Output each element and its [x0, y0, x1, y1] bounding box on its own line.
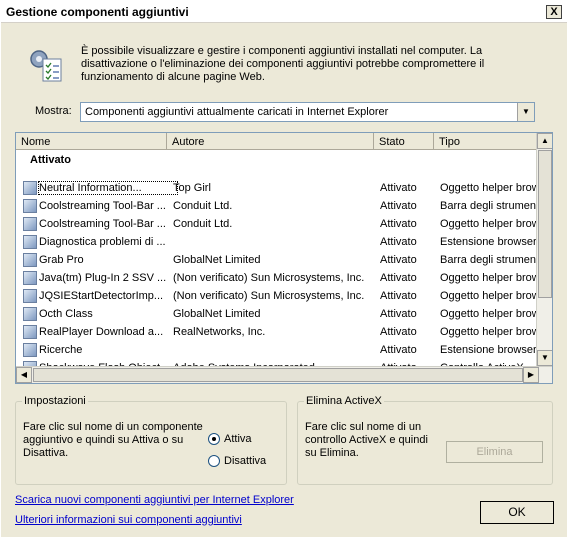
addon-type: Estensione browser — [440, 236, 537, 248]
disable-label: Disattiva — [224, 455, 267, 467]
addon-state: Attivato — [380, 200, 417, 212]
title-bar: Gestione componenti aggiuntivi — [1, 1, 567, 23]
disable-radio[interactable]: Disattiva — [208, 455, 288, 468]
addon-state: Attivato — [380, 254, 417, 266]
vertical-scroll-thumb[interactable] — [538, 150, 552, 298]
show-dropdown-value: Componenti aggiuntivi attualmente carica… — [85, 106, 389, 118]
radio-unselected-icon[interactable] — [208, 455, 220, 468]
window-title: Gestione componenti aggiuntivi — [6, 5, 189, 19]
activex-legend: Elimina ActiveX — [306, 395, 382, 407]
column-header-state[interactable]: Stato — [374, 133, 434, 150]
list-item[interactable]: RealPlayer Download a... RealNetworks, I… — [16, 324, 537, 342]
close-button[interactable]: X — [546, 5, 562, 19]
ok-button[interactable]: OK — [480, 501, 554, 524]
addon-name[interactable]: Coolstreaming Tool-Bar ... — [39, 218, 177, 230]
addon-list[interactable]: Nome Autore Stato Tipo Attivato Neutral … — [15, 132, 553, 384]
delete-activex-group: Elimina ActiveX Fare clic sul nome di un… — [297, 395, 553, 485]
settings-group: Impostazioni Fare clic sul nome di un co… — [15, 395, 287, 485]
scroll-right-icon[interactable]: ▶ — [523, 367, 539, 383]
addon-name[interactable]: Ricerche — [39, 344, 177, 356]
addon-state: Attivato — [380, 344, 417, 356]
enable-label: Attiva — [224, 433, 252, 445]
addon-state: Attivato — [380, 218, 417, 230]
addon-author: Conduit Ltd. — [173, 200, 233, 212]
addon-icon — [23, 181, 37, 195]
vertical-scrollbar[interactable]: ▲ ▼ — [536, 133, 552, 366]
settings-text: Fare clic sul nome di un componente aggi… — [23, 421, 203, 459]
show-dropdown[interactable]: Componenti aggiuntivi attualmente carica… — [80, 102, 535, 122]
enable-radio[interactable]: Attiva — [208, 433, 288, 446]
addon-manager-icon — [30, 50, 62, 82]
addon-name[interactable]: Coolstreaming Tool-Bar ... — [39, 200, 177, 212]
column-header-name[interactable]: Nome — [16, 133, 167, 150]
addon-icon — [23, 199, 37, 213]
addon-author: Conduit Ltd. — [173, 218, 233, 230]
addon-author: GlobalNet Limited — [173, 254, 261, 266]
addon-icon — [23, 271, 37, 285]
addon-type: Oggetto helper brow — [440, 308, 537, 320]
addon-author: (Non verificato) Sun Microsystems, Inc. — [173, 272, 365, 284]
addon-type: Oggetto helper brow — [440, 272, 537, 284]
group-header-enabled: Attivato — [30, 154, 71, 166]
list-item[interactable]: Octh Class GlobalNet Limited Attivato Og… — [16, 306, 537, 324]
intro-text: È possibile visualizzare e gestire i com… — [81, 45, 485, 83]
radio-selected-icon[interactable] — [208, 433, 220, 446]
download-addons-link[interactable]: Scarica nuovi componenti aggiuntivi per … — [15, 494, 294, 506]
addon-name[interactable]: Diagnostica problemi di ... — [39, 236, 177, 248]
addon-manager-dialog: Gestione componenti aggiuntivi X È possi… — [0, 0, 568, 538]
addon-state: Attivato — [380, 326, 417, 338]
column-header-author[interactable]: Autore — [167, 133, 374, 150]
delete-button[interactable]: Elimina — [446, 441, 543, 463]
scroll-up-icon[interactable]: ▲ — [537, 133, 552, 149]
addon-state: Attivato — [380, 290, 417, 302]
addon-icon — [23, 289, 37, 303]
activex-text: Fare clic sul nome di un controllo Activ… — [305, 421, 428, 459]
addon-type: Estensione browser — [440, 344, 537, 356]
settings-legend: Impostazioni — [24, 395, 86, 407]
addon-info-link[interactable]: Ulteriori informazioni sui componenti ag… — [15, 514, 242, 526]
list-item[interactable]: Coolstreaming Tool-Bar ... Conduit Ltd. … — [16, 198, 537, 216]
list-item[interactable]: Neutral Information... Top Girl Attivato… — [16, 180, 537, 198]
list-item[interactable]: Diagnostica problemi di ... Attivato Est… — [16, 234, 537, 252]
addon-icon — [23, 235, 37, 249]
addon-type: Oggetto helper brow — [440, 326, 537, 338]
horizontal-scroll-thumb[interactable] — [33, 368, 523, 382]
column-header-type[interactable]: Tipo — [434, 133, 537, 150]
list-item[interactable]: Java(tm) Plug-In 2 SSV ... (Non verifica… — [16, 270, 537, 288]
show-label: Mostra: — [35, 105, 72, 117]
horizontal-scrollbar[interactable]: ◀ ▶ — [16, 366, 552, 383]
addon-name[interactable]: Neutral Information... — [38, 181, 178, 195]
addon-author: Top Girl — [173, 182, 211, 194]
addon-name[interactable]: JQSIEStartDetectorImp... — [39, 290, 177, 302]
scroll-left-icon[interactable]: ◀ — [16, 367, 32, 383]
list-item[interactable]: Ricerche Attivato Estensione browser — [16, 342, 537, 360]
addon-state: Attivato — [380, 308, 417, 320]
addon-author: GlobalNet Limited — [173, 308, 261, 320]
addon-icon — [23, 325, 37, 339]
addon-name[interactable]: RealPlayer Download a... — [39, 326, 177, 338]
addon-type: Oggetto helper brow — [440, 290, 537, 302]
addon-name[interactable]: Java(tm) Plug-In 2 SSV ... — [39, 272, 177, 284]
list-item[interactable]: Coolstreaming Tool-Bar ... Conduit Ltd. … — [16, 216, 537, 234]
addon-type: Barra degli strument — [440, 200, 537, 212]
scroll-down-icon[interactable]: ▼ — [537, 350, 552, 366]
chevron-down-icon[interactable]: ▼ — [517, 103, 534, 121]
addon-state: Attivato — [380, 182, 417, 194]
addon-name[interactable]: Grab Pro — [39, 254, 177, 266]
addon-icon — [23, 307, 37, 321]
addon-type: Barra degli strument — [440, 254, 537, 266]
addon-name[interactable]: Octh Class — [39, 308, 177, 320]
addon-state: Attivato — [380, 236, 417, 248]
list-item[interactable]: JQSIEStartDetectorImp... (Non verificato… — [16, 288, 537, 306]
addon-type: Oggetto helper brow — [440, 182, 537, 194]
addon-icon — [23, 253, 37, 267]
list-item[interactable]: Grab Pro GlobalNet Limited Attivato Barr… — [16, 252, 537, 270]
addon-icon — [23, 343, 37, 357]
addon-state: Attivato — [380, 272, 417, 284]
addon-icon — [23, 217, 37, 231]
addon-author: (Non verificato) Sun Microsystems, Inc. — [173, 290, 365, 302]
addon-type: Oggetto helper brow — [440, 218, 537, 230]
addon-author: RealNetworks, Inc. — [173, 326, 266, 338]
